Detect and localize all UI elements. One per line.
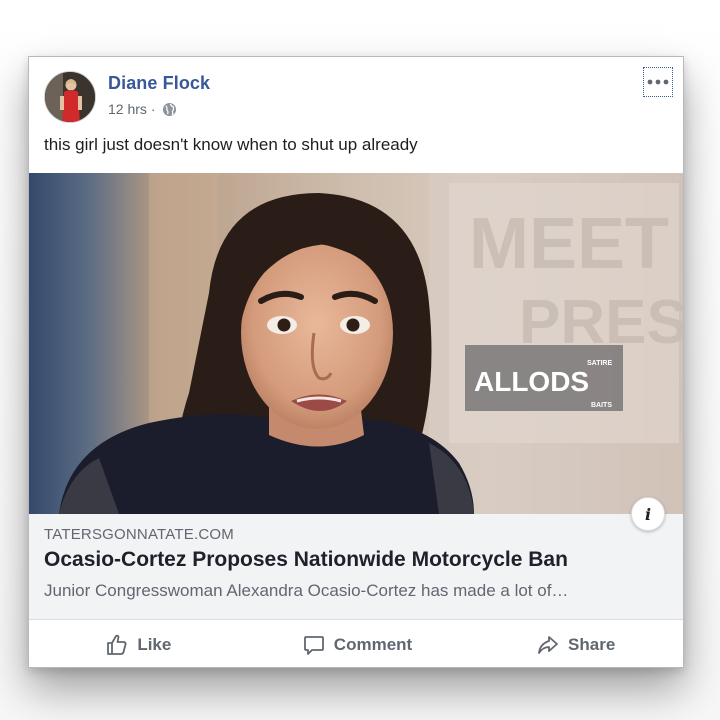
info-icon[interactable]: i	[631, 497, 665, 531]
watermark-satire: SATIRE	[587, 360, 612, 367]
link-preview-image[interactable]: MEET PRESS	[29, 173, 683, 514]
post-text: this girl just doesn't know when to shut…	[44, 135, 418, 154]
globe-icon	[162, 102, 177, 117]
comment-icon	[303, 636, 324, 655]
like-button[interactable]: Like	[29, 621, 248, 667]
background-logo-meet: MEET	[469, 204, 669, 284]
link-title[interactable]: Ocasio-Cortez Proposes Nationwide Motorc…	[44, 548, 568, 572]
more-options-icon	[647, 79, 669, 85]
meta-separator: ·	[150, 101, 156, 117]
watermark-baits: BAITS	[591, 402, 612, 409]
action-bar: Like Comment Share	[29, 621, 683, 667]
post-header: Diane Flock 12 hrs · this girl just does…	[29, 57, 683, 169]
share-button[interactable]: Share	[466, 621, 683, 667]
like-label: Like	[137, 635, 172, 654]
avatar[interactable]	[44, 71, 96, 123]
author-name[interactable]: Diane Flock	[108, 73, 210, 94]
link-preview[interactable]: TATERSGONNATATE.COM Ocasio-Cortez Propos…	[29, 514, 683, 620]
avatar-photo	[45, 72, 95, 122]
facebook-post: Diane Flock 12 hrs · this girl just does…	[28, 56, 684, 668]
share-label: Share	[568, 635, 616, 654]
thumbs-up-icon	[107, 634, 127, 655]
news-photo: MEET PRESS	[29, 173, 683, 514]
link-domain: TATERSGONNATATE.COM	[44, 526, 234, 543]
comment-label: Comment	[333, 635, 413, 654]
share-arrow-icon	[538, 636, 558, 654]
watermark-text: ALLODS	[474, 366, 589, 397]
comment-button[interactable]: Comment	[248, 621, 467, 667]
link-description: Junior Congresswoman Alexandra Ocasio-Co…	[44, 581, 569, 600]
post-meta: 12 hrs ·	[108, 101, 177, 117]
post-time[interactable]: 12 hrs	[108, 101, 147, 117]
more-options-button[interactable]	[643, 67, 673, 97]
